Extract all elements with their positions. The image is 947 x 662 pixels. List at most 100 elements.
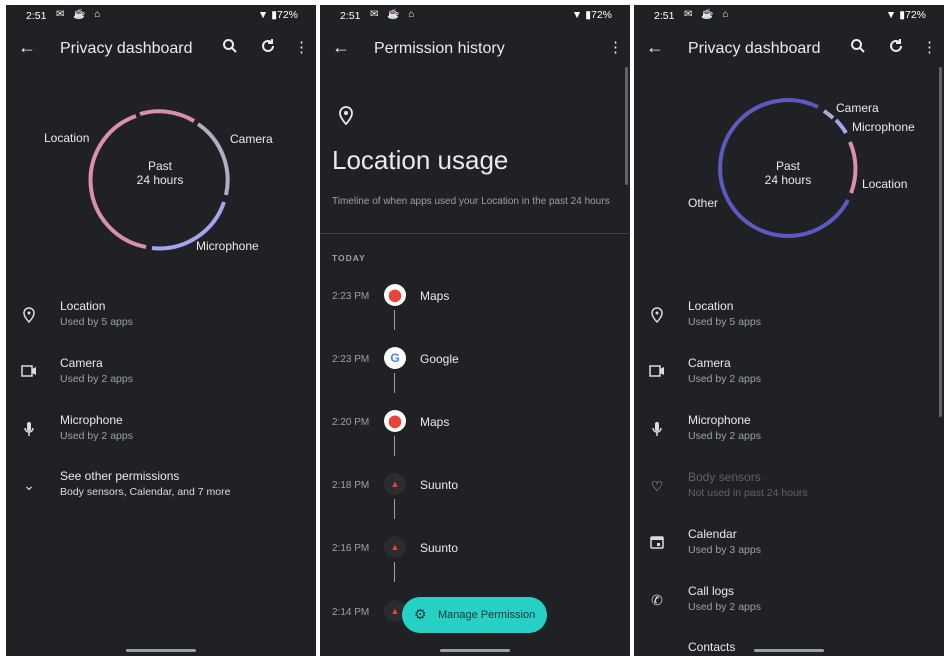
ring-label-camera: Camera	[230, 132, 273, 146]
permission-title: Camera	[688, 356, 731, 370]
app-bar: ← Privacy dashboard ⋮	[6, 33, 316, 69]
permission-usage: Used by 2 apps	[688, 601, 761, 613]
entry-time: 2:18 PM	[332, 480, 370, 491]
section-header-today: TODAY	[332, 253, 366, 263]
back-arrow-icon[interactable]: ←	[646, 37, 664, 58]
entry-time: 2:20 PM	[332, 417, 370, 428]
usage-ring-chart: Past 24 hours Location Camera Microphone	[6, 75, 316, 285]
entry-app-name: Google	[420, 352, 459, 366]
maps-app-icon: ⬤	[384, 410, 406, 432]
location-pin-icon	[20, 307, 38, 325]
permission-title: Body sensors	[688, 470, 761, 484]
permission-title: Call logs	[688, 584, 735, 598]
ring-segment-camera	[196, 122, 230, 196]
gesture-nav-bar[interactable]	[754, 649, 824, 652]
permission-title: Location	[60, 299, 106, 313]
page-title: Privacy dashboard	[688, 40, 821, 57]
scrollbar[interactable]	[625, 67, 628, 185]
ring-segment-location	[848, 141, 858, 194]
timeline-entry[interactable]: 2:18 PM ▲ Suunto	[320, 472, 630, 512]
see-other-title: See other permissions	[60, 469, 180, 483]
timeline-entry[interactable]: 2:23 PM ⬤ Maps	[320, 283, 630, 323]
permission-item-microphone[interactable]: Microphone Used by 2 apps	[6, 411, 316, 461]
permission-item-microphone[interactable]: Microphone Used by 2 apps	[634, 411, 944, 461]
timeline-entry[interactable]: 2:20 PM ⬤ Maps	[320, 409, 630, 449]
usage-heading: Location usage	[332, 145, 509, 175]
calendar-icon	[648, 535, 666, 553]
ring-center-line1: Past	[147, 159, 172, 173]
ring-segment-location	[139, 109, 196, 123]
entry-time: 2:23 PM	[332, 291, 370, 302]
permission-usage: Used by 2 apps	[60, 430, 133, 442]
privacy-dashboard-screen: 2:51 ✉ ☕ ⌂ ▼ ▮72% ← Privacy dashboard ⋮ …	[6, 5, 316, 656]
status-time: 2:51	[26, 10, 47, 22]
ring-segment-microphone	[834, 118, 848, 135]
status-bar: 2:51 ✉ ☕ ⌂ ▼ ▮72%	[320, 5, 630, 27]
camera-icon	[648, 364, 666, 382]
location-pin-icon	[648, 307, 666, 325]
timeline-entry[interactable]: 2:16 PM ▲ Suunto	[320, 535, 630, 575]
see-other-permissions[interactable]: ⌄ See other permissions Body sensors, Ca…	[6, 467, 316, 517]
google-app-icon: G	[384, 347, 406, 369]
suunto-app-icon: ▲	[384, 536, 406, 558]
refresh-icon[interactable]	[260, 38, 276, 58]
permission-item-call-logs[interactable]: ✆ Call logs Used by 2 apps	[634, 582, 944, 632]
permission-item-contacts[interactable]: Contacts	[634, 638, 944, 656]
permission-history-screen: 2:51 ✉ ☕ ⌂ ▼ ▮72% ← Permission history ⋮…	[320, 5, 630, 656]
entry-time: 2:16 PM	[332, 543, 370, 554]
gear-icon: ⚙	[414, 606, 427, 622]
ring-center-label: Past 24 hours	[130, 159, 190, 187]
permission-usage: Used by 3 apps	[688, 544, 761, 556]
gesture-nav-bar[interactable]	[440, 649, 510, 652]
ring-center-line1: Past	[775, 159, 800, 173]
ring-label-camera: Camera	[836, 101, 879, 115]
microphone-icon	[648, 421, 666, 439]
app-bar: ← Permission history ⋮	[320, 33, 630, 69]
permission-usage: Used by 2 apps	[60, 373, 133, 385]
entry-app-name: Suunto	[420, 478, 459, 492]
ring-center-line2: 24 hours	[764, 173, 812, 187]
ring-label-microphone: Microphone	[196, 239, 259, 253]
search-icon[interactable]	[850, 38, 866, 58]
ring-label-microphone: Microphone	[852, 120, 915, 134]
permission-item-camera[interactable]: Camera Used by 2 apps	[6, 354, 316, 404]
notification-icons: ✉ ☕ ⌂	[370, 9, 418, 20]
permission-item-calendar[interactable]: Calendar Used by 3 apps	[634, 525, 944, 575]
permission-usage: Used by 2 apps	[688, 430, 761, 442]
manage-permission-button[interactable]: ⚙ Manage Permission	[402, 597, 547, 633]
camera-icon	[20, 364, 38, 382]
search-icon[interactable]	[222, 38, 238, 58]
gesture-nav-bar[interactable]	[126, 649, 196, 652]
timeline-entry[interactable]: 2:23 PM G Google	[320, 346, 630, 386]
more-options-icon[interactable]: ⋮	[294, 38, 309, 56]
permission-item-location[interactable]: Location Used by 5 apps	[6, 297, 316, 347]
permission-item-camera[interactable]: Camera Used by 2 apps	[634, 354, 944, 404]
permission-title: Microphone	[60, 413, 123, 427]
back-arrow-icon[interactable]: ←	[18, 37, 36, 58]
permission-usage: Used by 5 apps	[688, 316, 761, 328]
permission-item-location[interactable]: Location Used by 5 apps	[634, 297, 944, 347]
permission-usage: Not used in past 24 hours	[688, 487, 808, 499]
heart-icon: ♡	[650, 478, 664, 494]
refresh-icon[interactable]	[888, 38, 904, 58]
permission-title: Contacts	[688, 640, 736, 654]
battery-indicator: ▼ ▮72%	[885, 9, 926, 21]
permission-title: Calendar	[688, 527, 737, 541]
battery-indicator: ▼ ▮72%	[571, 9, 612, 21]
ring-label-location: Location	[44, 131, 90, 145]
chevron-down-icon: ⌄	[23, 477, 35, 493]
battery-indicator: ▼ ▮72%	[257, 9, 298, 21]
suunto-app-icon: ▲	[384, 473, 406, 495]
back-arrow-icon[interactable]: ←	[332, 37, 350, 58]
entry-app-name: Maps	[420, 289, 450, 303]
permission-item-body-sensors[interactable]: ♡ Body sensors Not used in past 24 hours	[634, 468, 944, 518]
status-bar: 2:51 ✉ ☕ ⌂ ▼ ▮72%	[634, 5, 944, 27]
entry-time: 2:23 PM	[332, 354, 370, 365]
ring-center-line2: 24 hours	[136, 173, 184, 187]
more-options-icon[interactable]: ⋮	[922, 38, 937, 56]
see-other-summary: Body sensors, Calendar, and 7 more	[60, 486, 231, 498]
usage-description: Timeline of when apps used your Location…	[332, 196, 610, 207]
notification-icons: ✉ ☕ ⌂	[56, 9, 104, 20]
ring-center-label: Past 24 hours	[758, 159, 818, 187]
more-options-icon[interactable]: ⋮	[608, 38, 623, 56]
